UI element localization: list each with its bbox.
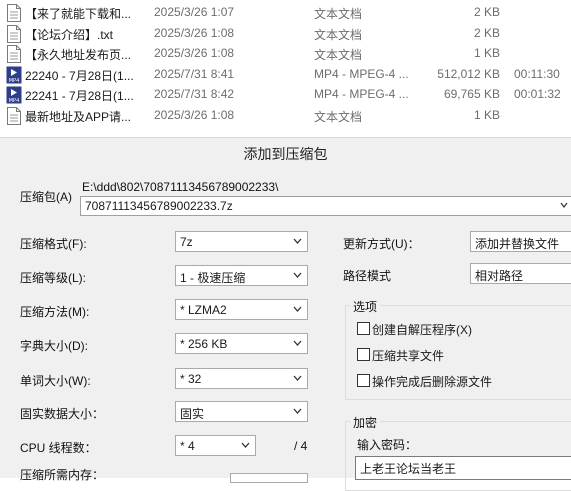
svg-text:MP4: MP4 [9,78,20,84]
sfx-checkbox[interactable] [357,322,370,335]
password-label: 输入密码： [357,438,418,452]
file-date: 2025/7/31 8:42 [154,87,235,101]
chevron-down-icon [293,408,302,414]
cpu-threads-value: * 4 [180,439,195,453]
file-size: 69,765 KB [443,87,500,101]
archive-name-input[interactable]: 70871113456789002233.7z [80,196,571,216]
path-mode-select[interactable]: 相对路径 [470,263,571,284]
update-mode-label: 更新方式(U)： [343,237,420,251]
chevron-down-icon[interactable] [560,201,568,209]
dictionary-label: 字典大小(D): [20,339,88,353]
file-type: 文本文档 [314,48,363,62]
file-size: 2 KB [473,25,500,40]
method-label: 压缩方法(M): [20,305,90,319]
file-type: 文本文档 [314,27,363,42]
memory-value-box [230,473,308,483]
solid-size-select[interactable]: 固实 [175,401,308,422]
word-size-label: 单词大小(W): [20,374,91,388]
file-date: 2025/3/26 1:08 [154,46,235,60]
encryption-title: 加密 [350,414,381,431]
add-to-archive-dialog: 添加到压缩包 压缩包(A) E:\ddd\802\708711134567890… [0,137,571,491]
file-date: 2025/3/26 1:08 [154,107,235,122]
file-type: MP4 - MPEG-4 ... [314,66,409,81]
file-date: 2025/7/31 8:41 [154,66,235,81]
chevron-down-icon [293,238,302,244]
path-mode-value: 相对路径 [475,269,524,283]
delete-after-checkbox[interactable] [357,374,370,387]
file-name: 最新地址及APP请... [25,109,132,124]
password-value: 上老王论坛当老王 [360,462,457,476]
file-name: 【来了就能下载和... [25,7,132,21]
mp4-file-icon: MP4 [6,86,22,104]
file-row[interactable]: MP4 22241 - 7月28日(1... 2025/7/31 8:42 MP4 -… [0,84,571,104]
file-size: 1 KB [473,107,500,122]
file-row[interactable]: 【永久地址发布页... 2025/3/26 1:08 文本文档 1 KB [0,43,571,63]
level-value: 1 - 极速压缩 [180,271,246,285]
text-file-icon [6,106,22,125]
file-type: MP4 - MPEG-4 ... [314,87,409,101]
file-date: 2025/3/26 1:07 [154,5,235,19]
format-value: 7z [180,235,193,249]
file-name: 22241 - 7月28日(1... [25,89,134,103]
chevron-down-icon [293,375,302,381]
cpu-threads-total: / 4 [294,439,308,453]
file-size: 512,012 KB [437,66,500,81]
format-select[interactable]: 7z [175,231,308,252]
shared-files-label: 压缩共享文件 [372,349,445,363]
cpu-threads-select[interactable]: * 4 [175,435,256,456]
file-name: 【永久地址发布页... [25,48,132,62]
file-row[interactable]: MP4 22240 - 7月28日(1... 2025/7/31 8:41 MP4 -… [0,64,571,84]
method-select[interactable]: * LZMA2 [175,299,308,320]
shared-files-checkbox[interactable] [357,348,370,361]
file-row[interactable]: 【论坛介绍】.txt 2025/3/26 1:08 文本文档 2 KB [0,23,571,43]
level-label: 压缩等级(L): [20,271,87,285]
text-file-icon [6,45,22,63]
word-size-select[interactable]: * 32 [175,368,308,389]
mp4-file-icon: MP4 [6,66,22,84]
method-value: * LZMA2 [180,303,227,317]
update-mode-select[interactable]: 添加并替换文件 [470,231,571,252]
file-date: 2025/3/26 1:08 [154,25,235,40]
text-file-icon [6,4,22,22]
chevron-down-icon [293,340,302,346]
file-type: 文本文档 [314,7,363,21]
dialog-title: 添加到压缩包 [243,146,328,162]
chevron-down-icon [293,306,302,312]
file-size: 2 KB [473,5,500,19]
dictionary-value: * 256 KB [180,337,228,351]
sfx-label: 创建自解压程序(X) [372,323,472,337]
chevron-down-icon [293,272,302,278]
file-duration: 00:11:30 [514,66,560,81]
file-type: 文本文档 [314,109,363,124]
file-size: 1 KB [473,46,500,60]
memory-label: 压缩所需内存： [20,468,105,482]
file-list: 【来了就能下载和... 2025/3/26 1:07 文本文档 2 KB 【论坛介绍】.… [0,0,571,136]
delete-after-label: 操作完成后删除源文件 [372,375,493,389]
path-mode-label: 路径模式 [343,269,392,283]
password-input[interactable]: 上老王论坛当老王 [355,456,571,480]
file-name: 【论坛介绍】.txt [25,27,114,42]
word-size-value: * 32 [180,372,202,386]
file-duration: 00:01:32 [514,87,561,101]
svg-text:MP4: MP4 [9,98,20,104]
file-name: 22240 - 7月28日(1... [25,68,134,83]
cpu-threads-label: CPU 线程数： [20,441,97,455]
text-file-icon [6,24,22,43]
options-title: 选项 [350,298,381,315]
file-row[interactable]: 最新地址及APP请... 2025/3/26 1:08 文本文档 1 KB [0,105,571,125]
solid-size-value: 固实 [180,407,205,421]
dictionary-select[interactable]: * 256 KB [175,333,308,354]
chevron-down-icon [241,442,250,448]
format-label: 压缩格式(F): [20,237,87,251]
update-mode-value: 添加并替换文件 [475,237,560,251]
level-select[interactable]: 1 - 极速压缩 [175,265,308,286]
archive-label: 压缩包(A) [20,190,72,204]
file-row[interactable]: 【来了就能下载和... 2025/3/26 1:07 文本文档 2 KB [0,2,571,22]
archive-name-value: 70871113456789002233.7z [85,199,233,213]
solid-size-label: 固实数据大小： [20,407,105,421]
archive-path: E:\ddd\802\70871113456789002233\ [82,180,279,194]
